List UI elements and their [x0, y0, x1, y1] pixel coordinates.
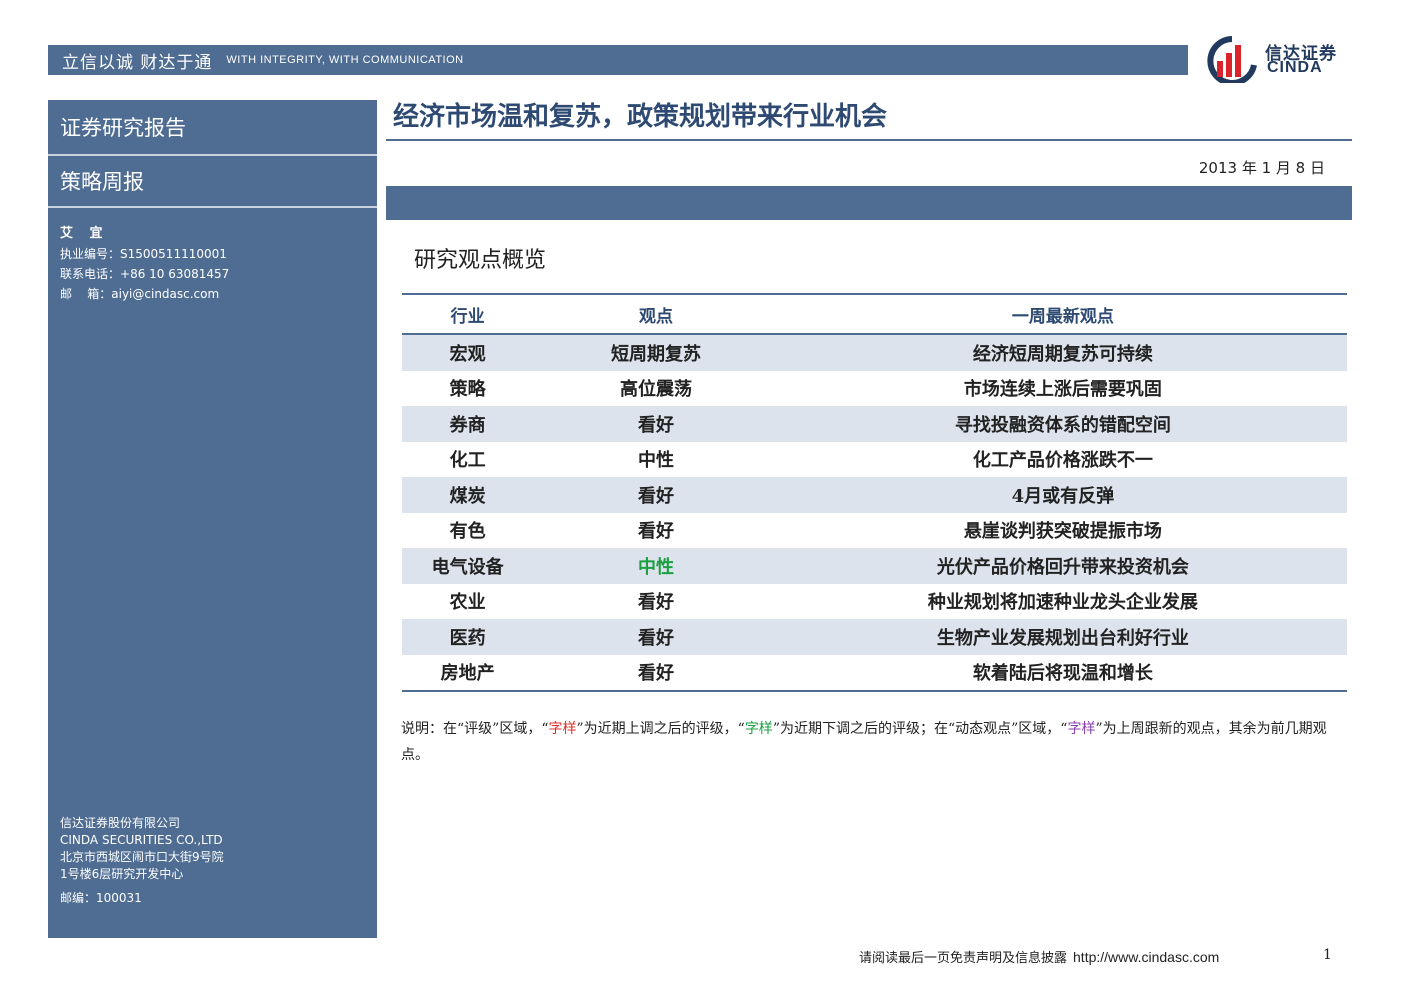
report-type: 证券研究报告 — [48, 100, 377, 156]
cell-latest: 市场连续上涨后需要巩固 — [963, 379, 1162, 401]
footer: 请阅读最后一页免责声明及信息披露 http://www.cindasc.com — [859, 947, 1219, 966]
company-info: 信达证券股份有限公司 CINDA SECURITIES CO.,LTD 北京市西… — [60, 815, 224, 907]
cell-industry: 策略 — [449, 379, 486, 401]
cell-view: 短周期复苏 — [533, 334, 779, 371]
cell-latest: 化工产品价格涨跌不一 — [972, 450, 1153, 472]
report-subtype: 策略周报 — [48, 156, 377, 208]
cell-industry: 农业 — [449, 592, 486, 614]
page-number: 1 — [1323, 947, 1332, 963]
cell-industry: 房地产 — [402, 654, 534, 692]
cell-latest: 种业规划将加速种业龙头企业发展 — [927, 592, 1198, 614]
license-value: S1500511110001 — [120, 247, 227, 261]
company-address-2: 1号楼6层研究开发中心 — [60, 867, 184, 881]
cell-latest: 4月或有反弹 — [778, 477, 1347, 513]
note-text-1: 说明：在“评级”区域，“ — [401, 721, 549, 737]
table-row: 农业 看好 种业规划将加速种业龙头企业发展 — [402, 584, 1347, 620]
cell-industry: 煤炭 — [402, 477, 534, 513]
cell-latest: 悬崖谈判获突破提振市场 — [963, 521, 1162, 543]
cell-latest: 软着陆后将现温和增长 — [778, 654, 1347, 692]
company-address-1: 北京市西城区闹市口大街9号院 — [60, 850, 224, 864]
report-date: 2013 年 1 月 8 日 — [1198, 159, 1325, 177]
cinda-logo-icon — [1207, 36, 1257, 86]
cell-view: 看好 — [637, 521, 674, 543]
email-label: 邮 箱： — [60, 287, 112, 301]
table-row: 宏观 短周期复苏 经济短周期复苏可持续 — [402, 334, 1347, 371]
note-red-sample: 字样 — [548, 721, 577, 737]
cell-industry: 医药 — [402, 619, 534, 655]
sidebar: 证券研究报告 策略周报 艾 宜 执业编号：S1500511110001 联系电话… — [48, 100, 377, 938]
cell-industry: 有色 — [449, 521, 486, 543]
email-value[interactable]: aiyi@cindasc.com — [111, 287, 219, 301]
logo-text-en: CINDA — [1267, 59, 1323, 76]
motto-cn: 立信以诚 财达于通 — [62, 52, 213, 73]
cinda-logo: 信达证券 CINDA — [1203, 35, 1353, 86]
footer-url[interactable]: http://www.cindasc.com — [1073, 949, 1219, 965]
cell-view: 看好 — [533, 654, 779, 692]
header-industry: 行业 — [450, 306, 485, 327]
motto-en: WITH INTEGRITY, WITH COMMUNICATION — [226, 54, 464, 66]
note-text-2: ”为近期上调之后的评级，“ — [576, 721, 745, 737]
note-text-3: ”为近期下调之后的评级；在“动态观点”区域，“ — [772, 721, 1068, 737]
table-row: 化工 中性 化工产品价格涨跌不一 — [402, 442, 1347, 478]
analyst-license: 执业编号：S1500511110001 — [60, 244, 229, 264]
title-divider — [386, 139, 1352, 141]
cell-latest: 生物产业发展规划出台利好行业 — [778, 619, 1347, 655]
cell-industry: 电气设备 — [402, 548, 534, 584]
section-title: 研究观点概览 — [414, 248, 547, 273]
cell-industry: 券商 — [402, 406, 534, 442]
analyst-email: 邮 箱：aiyi@cindasc.com — [60, 284, 229, 304]
cell-latest: 光伏产品价格回升带来投资机会 — [778, 548, 1347, 584]
table-row: 策略 高位震荡 市场连续上涨后需要巩固 — [402, 371, 1347, 407]
phone-label: 联系电话： — [60, 267, 121, 281]
cell-view: 看好 — [533, 619, 779, 655]
cell-view: 高位震荡 — [619, 379, 692, 401]
cell-view: 看好 — [637, 592, 674, 614]
company-name-cn: 信达证券股份有限公司 — [60, 816, 181, 830]
header-view: 观点 — [638, 306, 673, 327]
license-label: 执业编号： — [60, 247, 121, 261]
table-row: 电气设备 中性 光伏产品价格回升带来投资机会 — [402, 548, 1347, 584]
header-bar — [386, 186, 1352, 220]
cell-latest: 寻找投融资体系的错配空间 — [778, 406, 1347, 442]
analyst-info: 艾 宜 执业编号：S1500511110001 联系电话：+86 10 6308… — [60, 224, 229, 304]
analyst-phone: 联系电话：+86 10 63081457 — [60, 264, 229, 284]
cell-view: 中性 — [637, 450, 674, 472]
table-row: 有色 看好 悬崖谈判获突破提振市场 — [402, 513, 1347, 549]
table-row: 医药 看好 生物产业发展规划出台利好行业 — [402, 619, 1347, 655]
table-note: 说明：在“评级”区域，“字样”为近期上调之后的评级，“字样”为近期下调之后的评级… — [401, 716, 1351, 768]
company-zip: 邮编：100031 — [60, 891, 142, 905]
note-purple-sample: 字样 — [1067, 721, 1096, 737]
table-row: 房地产 看好 软着陆后将现温和增长 — [402, 654, 1347, 692]
analyst-name: 艾 宜 — [60, 226, 109, 241]
cell-industry: 宏观 — [402, 334, 534, 371]
header-latest-view: 一周最新观点 — [1011, 306, 1114, 327]
cell-industry: 化工 — [449, 450, 486, 472]
views-table: 行业 观点 一周最新观点 宏观 短周期复苏 经济短周期复苏可持续 策略 高位震荡… — [402, 293, 1347, 692]
report-title: 经济市场温和复苏，政策规划带来行业机会 — [393, 102, 888, 132]
company-name-en: CINDA SECURITIES CO.,LTD — [60, 833, 223, 847]
cell-latest: 经济短周期复苏可持续 — [778, 334, 1347, 371]
table-row: 煤炭 看好 4月或有反弹 — [402, 477, 1347, 513]
footer-disclaimer: 请阅读最后一页免责声明及信息披露 — [859, 951, 1068, 966]
cell-view: 看好 — [533, 406, 779, 442]
cell-view: 看好 — [533, 477, 779, 513]
phone-value: +86 10 63081457 — [120, 267, 230, 281]
table-header-row: 行业 观点 一周最新观点 — [402, 294, 1347, 334]
cell-view-downgraded: 中性 — [533, 548, 779, 584]
top-banner: 立信以诚 财达于通 WITH INTEGRITY, WITH COMMUNICA… — [48, 45, 1188, 75]
note-green-sample: 字样 — [744, 721, 773, 737]
table-row: 券商 看好 寻找投融资体系的错配空间 — [402, 406, 1347, 442]
